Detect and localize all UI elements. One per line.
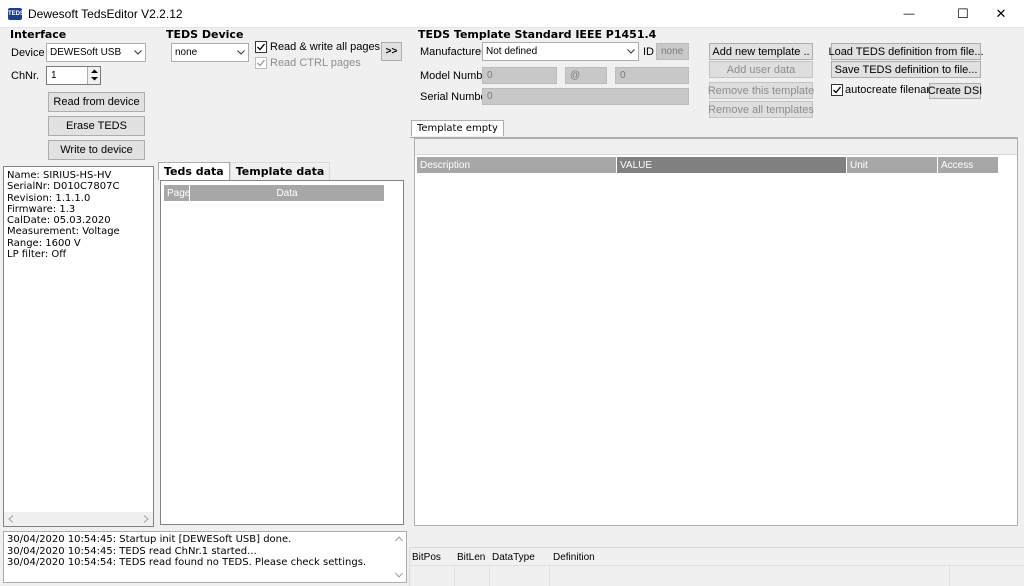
tab-teds-data[interactable]: Teds data	[158, 162, 230, 180]
device-label: Device	[11, 47, 45, 59]
chnr-value: 1	[51, 70, 57, 81]
sensor-info-panel: Name: SIRIUS-HS-HV SerialNr: D010C7807C …	[3, 166, 154, 527]
transfer-arrow-button[interactable]: >>	[381, 42, 402, 61]
teds-tabs: Teds data Template data	[158, 162, 331, 180]
bit-table-row	[410, 566, 1024, 586]
title-bar: TEDS Dewesoft TedsEditor V2.2.12 — ☐ ✕	[0, 0, 1024, 28]
vertical-scrollbar[interactable]	[391, 532, 406, 582]
model-number-field: 0	[482, 67, 557, 84]
sensor-info-line: LP filter: Off	[7, 249, 67, 261]
window-title: Dewesoft TedsEditor V2.2.12	[28, 7, 183, 21]
create-dsi-button[interactable]: Create DSI	[928, 83, 982, 99]
chevron-down-icon	[624, 43, 638, 60]
chevron-down-icon	[234, 44, 248, 61]
checkmark-icon	[255, 41, 267, 53]
template-table-panel: Description VALUE Unit Access	[414, 138, 1018, 526]
log-line: 30/04/2020 10:54:54: TEDS read found no …	[7, 557, 367, 568]
app-logo-icon: TEDS	[8, 8, 24, 20]
scroll-down-icon[interactable]	[395, 572, 403, 578]
erase-teds-button[interactable]: Erase TEDS	[48, 116, 145, 136]
column-header-description[interactable]: Description	[417, 157, 617, 173]
sensor-info-line: Name: SIRIUS-HS-HV	[7, 170, 112, 181]
chevron-down-icon	[131, 44, 145, 61]
serial-number-label: Serial Number	[420, 91, 491, 103]
template-table-header: Description VALUE Unit Access	[417, 157, 999, 173]
remove-this-template-button: Remove this template	[708, 82, 814, 99]
bit-definition-panel: BitPos BitLen DataType Definition	[409, 547, 1024, 586]
stepper-arrows-icon	[91, 69, 98, 81]
read-from-device-button[interactable]: Read from device	[48, 92, 145, 112]
chnr-stepper[interactable]	[87, 67, 100, 84]
column-header-access[interactable]: Access	[938, 157, 999, 173]
sensor-info-list: Name: SIRIUS-HS-HV SerialNr: D010C7807C …	[4, 167, 153, 260]
add-user-data-button: Add user data	[709, 61, 813, 78]
table-cell	[410, 566, 455, 586]
sensor-info-line: Measurement: Voltage	[7, 226, 120, 238]
horizontal-scrollbar[interactable]	[4, 512, 153, 526]
read-ctrl-checkbox: Read CTRL pages	[255, 57, 361, 69]
sensor-info-line: Firmware: 1.3	[7, 203, 76, 215]
id-label: ID	[643, 46, 654, 58]
manufacturer-label: Manufacturer	[420, 46, 485, 58]
column-header-bitlen[interactable]: BitLen	[457, 552, 485, 563]
close-icon: ✕	[995, 6, 1007, 21]
sensor-info-line: Range: 1600 V	[7, 237, 81, 249]
manufacturer-select-value: Not defined	[486, 46, 538, 57]
column-header-bitpos[interactable]: BitPos	[412, 552, 441, 563]
column-header-data[interactable]: Data	[190, 185, 385, 201]
column-header-definition[interactable]: Definition	[553, 552, 595, 563]
teds-device-select-value: none	[175, 47, 198, 58]
sensor-info-line: Revision: 1.1.1.0	[7, 192, 91, 204]
column-header-value[interactable]: VALUE	[617, 157, 847, 173]
id-field: none	[656, 43, 689, 60]
scroll-left-icon[interactable]	[8, 515, 14, 523]
log-line: 30/04/2020 10:54:45: Startup init [DEWES…	[7, 534, 292, 545]
read-write-all-label: Read & write all pages	[270, 41, 381, 53]
model-at-field: @	[565, 67, 607, 84]
read-write-all-checkbox[interactable]: Read & write all pages	[255, 41, 380, 53]
manufacturer-select[interactable]: Not defined	[482, 42, 639, 61]
remove-all-templates-button: Remove all templates	[708, 101, 814, 118]
log-list: 30/04/2020 10:54:45: Startup init [DEWES…	[4, 532, 406, 569]
add-new-template-button[interactable]: Add new template ..	[709, 43, 813, 60]
table-cell	[455, 566, 490, 586]
write-to-device-button[interactable]: Write to device	[48, 140, 145, 160]
load-teds-definition-button[interactable]: Load TEDS definition from file...	[828, 43, 984, 60]
teds-data-panel: Page Data	[160, 180, 404, 525]
column-header-unit[interactable]: Unit	[847, 157, 938, 173]
column-header-datatype[interactable]: DataType	[492, 552, 535, 563]
chnr-label: ChNr.	[11, 70, 40, 82]
log-line: 30/04/2020 10:54:45: TEDS read ChNr.1 st…	[7, 545, 257, 557]
checkmark-icon	[255, 57, 267, 69]
model-number-field-2: 0	[615, 67, 689, 84]
template-table-toolbar	[415, 139, 1017, 155]
close-button[interactable]: ✕	[978, 0, 1024, 28]
device-select-value: DEWESoft USB	[50, 47, 122, 58]
table-cell	[490, 566, 550, 586]
column-header-page[interactable]: Page	[164, 185, 190, 201]
minimize-icon: —	[903, 8, 915, 20]
checkmark-icon	[831, 84, 843, 96]
save-teds-definition-button[interactable]: Save TEDS definition to file...	[831, 61, 981, 78]
template-section-title: TEDS Template Standard IEEE P1451.4	[418, 28, 657, 41]
scroll-up-icon[interactable]	[395, 536, 403, 542]
maximize-icon: ☐	[957, 6, 969, 21]
scroll-right-icon[interactable]	[143, 515, 149, 523]
tab-template-data[interactable]: Template data	[229, 162, 331, 180]
sensor-info-line: CalDate: 05.03.2020	[7, 215, 111, 227]
log-panel: 30/04/2020 10:54:45: Startup init [DEWES…	[3, 531, 407, 583]
teds-data-header: Page Data	[164, 185, 385, 201]
teds-device-select[interactable]: none	[171, 43, 249, 62]
table-cell	[550, 566, 950, 586]
device-select[interactable]: DEWESoft USB	[46, 43, 146, 62]
tab-template-empty[interactable]: Template empty	[411, 120, 504, 136]
serial-number-field: 0	[482, 88, 689, 105]
read-ctrl-label: Read CTRL pages	[270, 57, 361, 69]
interface-section-title: Interface	[10, 28, 67, 41]
minimize-button[interactable]: —	[886, 0, 932, 28]
sensor-info-line: SerialNr: D010C7807C	[7, 181, 120, 193]
teds-device-section-title: TEDS Device	[166, 28, 244, 41]
autocreate-filename-checkbox[interactable]: autocreate filename	[831, 84, 942, 96]
